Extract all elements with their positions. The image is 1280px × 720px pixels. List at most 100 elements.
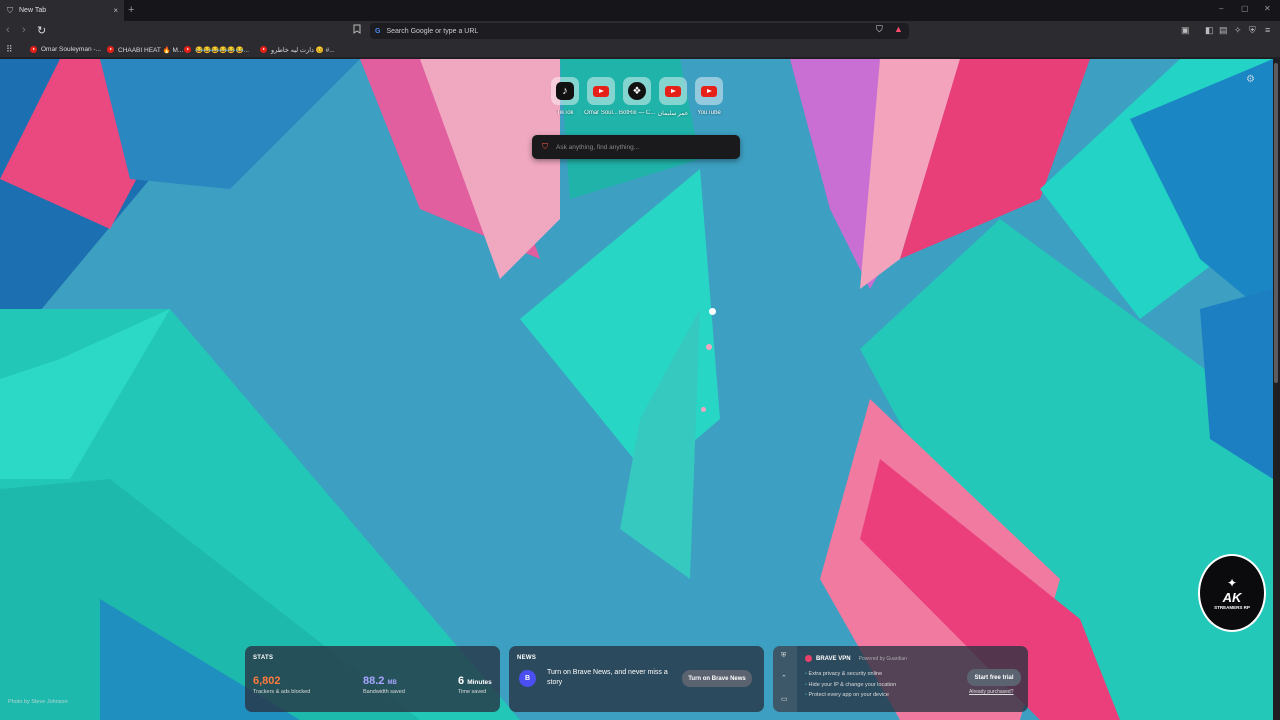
top-site-youtube[interactable]: YouTube bbox=[691, 77, 727, 116]
customize-gear-icon[interactable]: ⚙ bbox=[1246, 74, 1255, 85]
vpn-shield-icon: ⛨ bbox=[781, 652, 787, 659]
already-purchased-link[interactable]: Already purchased? bbox=[969, 689, 1013, 695]
tab-new-tab[interactable]: ⛉ New Tab × bbox=[0, 0, 124, 21]
botrix-icon: ❖ bbox=[628, 82, 646, 100]
tab-search-icon[interactable]: ▣ bbox=[1181, 25, 1190, 36]
vpn-feature: ◦ Extra privacy & security online bbox=[805, 671, 883, 677]
decorative-dot bbox=[701, 407, 706, 412]
brave-lion-icon: ⛉ bbox=[542, 142, 548, 151]
toolbar: ‹ › ↻ G Search Google or type a URL ⛉ ▲ … bbox=[0, 21, 1280, 41]
tiktok-icon: ♪ bbox=[556, 82, 574, 100]
top-site-label: YouTube bbox=[697, 110, 721, 116]
bookmark-item[interactable]: Omar Souleyman -... bbox=[30, 44, 101, 55]
top-site-botrix[interactable]: ❖ BotRix — C... bbox=[619, 77, 655, 116]
youtube-icon bbox=[665, 85, 681, 97]
brave-shield-icon: ⛉ bbox=[7, 5, 13, 15]
vpn-arrow-icon: ⌃ bbox=[781, 675, 787, 682]
bookmarks-bar: ⠿ Omar Souleyman -... CHAABI HEAT 🔥 M...… bbox=[0, 41, 1280, 58]
reload-button[interactable]: ↻ bbox=[37, 24, 46, 37]
top-site-omar-arabic[interactable]: عمر سليمان bbox=[655, 77, 691, 117]
bookmark-label: CHAABI HEAT 🔥 M... bbox=[118, 46, 184, 54]
google-icon: G bbox=[375, 27, 381, 35]
back-button[interactable]: ‹ bbox=[6, 24, 10, 36]
vpn-feature: ◦ Hide your IP & change your location bbox=[805, 681, 897, 688]
streamer-logo: ✦ AK STREAMERS RP bbox=[1198, 554, 1266, 632]
address-placeholder: Search Google or type a URL bbox=[386, 27, 479, 35]
turn-on-news-button[interactable]: Turn on Brave News bbox=[682, 670, 752, 687]
logo-subtext: STREAMERS RP bbox=[1214, 605, 1250, 610]
menu-icon[interactable]: ≡ bbox=[1265, 25, 1270, 35]
scrollbar[interactable] bbox=[1273, 59, 1280, 720]
search-box[interactable]: ⛉ Ask anything, find anything... bbox=[532, 135, 740, 159]
top-site-label: عمر سليمان bbox=[657, 111, 689, 117]
forward-button[interactable]: › bbox=[22, 24, 26, 36]
youtube-icon bbox=[30, 46, 37, 53]
bookmark-label: 😂😂😂😂😂😂... bbox=[195, 46, 249, 54]
maximize-button[interactable]: ▢ bbox=[1241, 4, 1249, 13]
minimize-button[interactable]: – bbox=[1219, 4, 1223, 13]
start-free-trial-button[interactable]: Start free trial bbox=[967, 669, 1021, 686]
top-site-omar-souleyman[interactable]: Omar Soul... bbox=[583, 77, 619, 116]
new-tab-page: ♪ TikTok Omar Soul... ❖ BotRix — C... عم… bbox=[0, 59, 1273, 720]
vpn-card: ⛨ ⌃ ▭ BRAVE VPN Powered by Guardian ◦ Ex… bbox=[773, 646, 1028, 712]
search-placeholder: Ask anything, find anything... bbox=[556, 143, 640, 151]
vpn-screen-icon: ▭ bbox=[781, 696, 788, 703]
wallet-icon[interactable]: ▤ bbox=[1219, 25, 1228, 36]
youtube-icon bbox=[701, 85, 717, 97]
youtube-icon bbox=[184, 46, 191, 53]
youtube-icon bbox=[593, 85, 609, 97]
trackers-stat: 6,802 Trackers & ads blocked bbox=[253, 675, 310, 695]
trackers-value: 6,802 bbox=[253, 675, 281, 687]
window-close-button[interactable]: ✕ bbox=[1264, 4, 1271, 13]
brave-news-icon: B bbox=[519, 670, 536, 687]
check-icon: ◦ bbox=[805, 692, 807, 698]
brave-rewards-icon[interactable]: ▲ bbox=[894, 24, 903, 34]
brave-vpn-icon bbox=[805, 655, 812, 662]
bookmark-item[interactable]: CHAABI HEAT 🔥 M... bbox=[107, 44, 183, 55]
bookmark-label: دارت ليه خاطرو 😊 #... bbox=[271, 46, 335, 54]
vpn-icon[interactable]: ⛨ bbox=[1249, 25, 1256, 36]
check-icon: ◦ bbox=[805, 681, 807, 688]
bandwidth-value: 88.2 bbox=[363, 675, 385, 687]
leo-ai-icon[interactable]: ✧ bbox=[1234, 25, 1242, 36]
brave-shields-icon[interactable]: ⛉ bbox=[876, 24, 883, 35]
tab-title: New Tab bbox=[19, 7, 47, 14]
tab-strip: ⛉ New Tab × + – ▢ ✕ bbox=[0, 0, 1280, 21]
eagle-icon: ✦ bbox=[1226, 576, 1238, 590]
scrollbar-thumb[interactable] bbox=[1274, 63, 1278, 383]
trackers-label: Trackers & ads blocked bbox=[253, 689, 311, 695]
stats-heading: STATS bbox=[253, 655, 274, 661]
vpn-feature: ◦ Protect every app on your device bbox=[805, 692, 889, 698]
time-value: 6 bbox=[458, 675, 465, 687]
vpn-side-rail: ⛨ ⌃ ▭ bbox=[773, 646, 797, 712]
photo-credit: Photo by Steve Johnson bbox=[8, 699, 68, 705]
tab-close-icon[interactable]: × bbox=[113, 6, 118, 15]
top-site-label: BotRix — C... bbox=[619, 110, 655, 116]
youtube-icon bbox=[107, 46, 114, 53]
vpn-powered-by: Powered by Guardian bbox=[858, 655, 907, 662]
time-unit: Minutes bbox=[467, 679, 492, 686]
new-tab-button[interactable]: + bbox=[128, 4, 134, 16]
bookmark-item[interactable]: دارت ليه خاطرو 😊 #... bbox=[260, 44, 335, 55]
top-site-label: TikTok bbox=[556, 110, 574, 116]
stats-card: STATS 6,802 Trackers & ads blocked 88.2 … bbox=[245, 646, 500, 712]
time-stat: 6 Minutes Time saved bbox=[458, 675, 492, 695]
news-card: NEWS B Turn on Brave News, and never mis… bbox=[509, 646, 764, 712]
bookmark-label: Omar Souleyman -... bbox=[41, 46, 101, 53]
address-bar[interactable]: G Search Google or type a URL bbox=[370, 23, 909, 39]
bandwidth-stat: 88.2 MB Bandwidth saved bbox=[363, 675, 405, 695]
news-heading: NEWS bbox=[517, 655, 537, 661]
check-icon: ◦ bbox=[805, 671, 807, 677]
decorative-dot bbox=[706, 344, 712, 350]
news-text: Turn on Brave News, and never miss a sto… bbox=[547, 669, 668, 686]
apps-icon[interactable]: ⠿ bbox=[6, 44, 13, 55]
vpn-heading: BRAVE VPN bbox=[816, 655, 851, 662]
bookmark-item[interactable]: 😂😂😂😂😂😂... bbox=[184, 44, 249, 55]
vpn-features: ◦ Extra privacy & security online ◦ Hide… bbox=[805, 669, 896, 701]
logo-text: AK bbox=[1222, 590, 1242, 605]
sidebar-icon[interactable]: ◧ bbox=[1205, 25, 1214, 36]
decorative-dot bbox=[709, 308, 716, 315]
bookmark-icon[interactable] bbox=[353, 24, 363, 36]
youtube-icon bbox=[260, 46, 267, 53]
top-site-tiktok[interactable]: ♪ TikTok bbox=[547, 77, 583, 116]
